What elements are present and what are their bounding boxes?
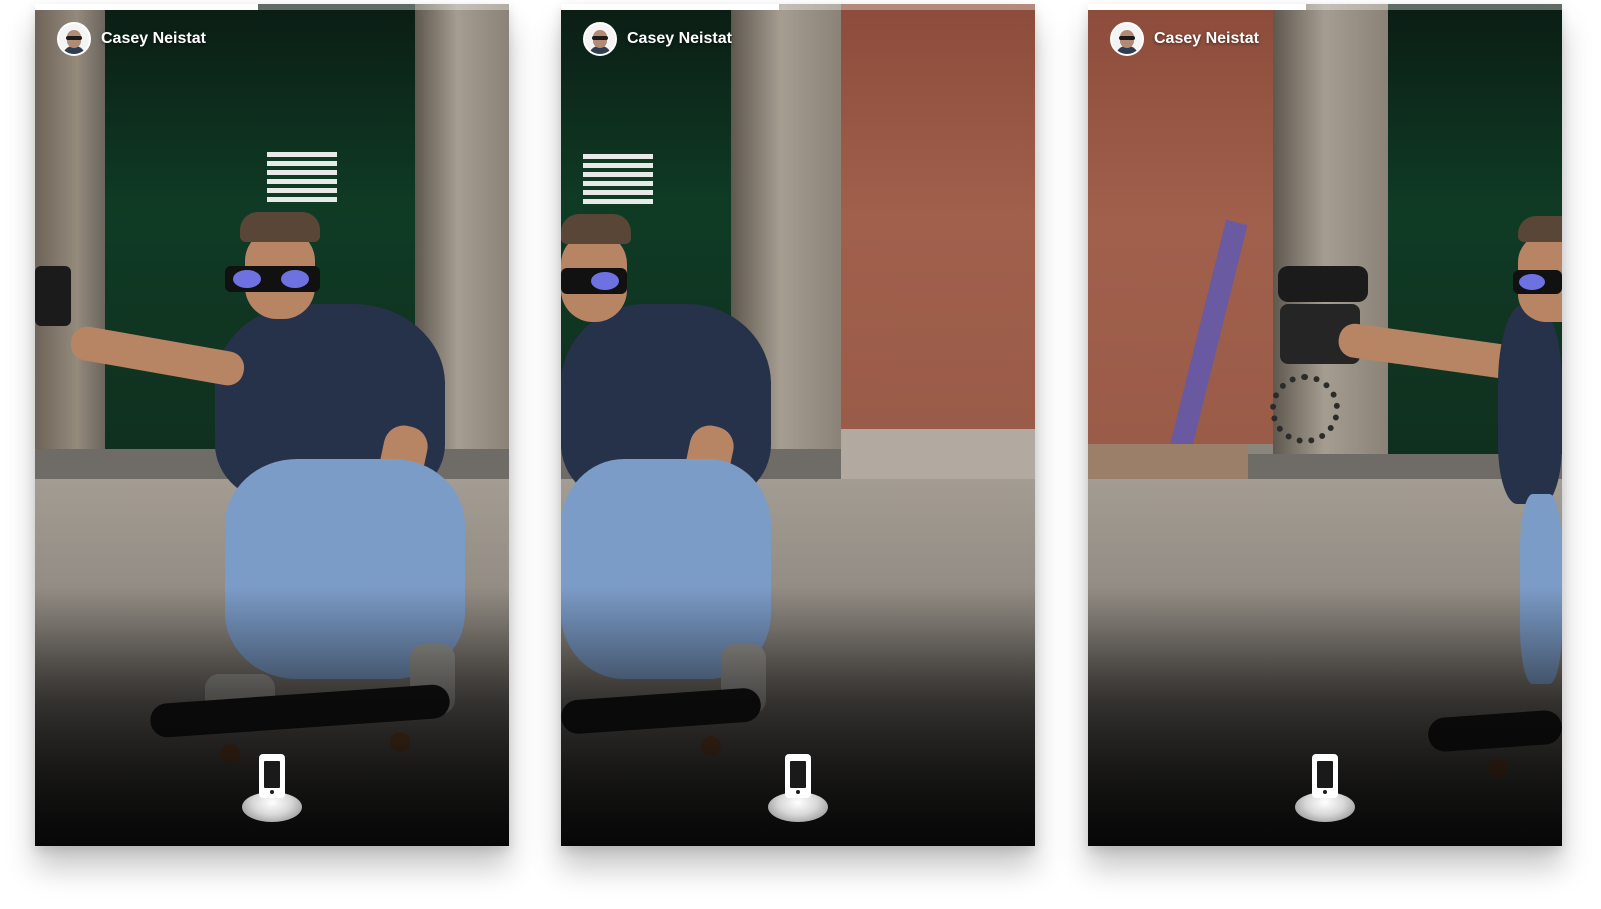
avatar[interactable] bbox=[57, 22, 91, 56]
story-header[interactable]: Casey Neistat bbox=[583, 22, 732, 56]
avatar[interactable] bbox=[583, 22, 617, 56]
person-sunglasses bbox=[225, 266, 320, 292]
story-header[interactable]: Casey Neistat bbox=[1110, 22, 1259, 56]
person-hair bbox=[1518, 216, 1562, 242]
phone-icon[interactable] bbox=[242, 754, 302, 822]
brick-wall bbox=[841, 4, 1035, 429]
camera-microphone bbox=[1278, 266, 1368, 302]
stone-pillar-left bbox=[35, 4, 105, 474]
story-panel-2[interactable]: Casey Neistat bbox=[561, 4, 1035, 846]
story-header[interactable]: Casey Neistat bbox=[57, 22, 206, 56]
wall-base bbox=[841, 429, 1035, 479]
story-panel-1[interactable]: Casey Neistat bbox=[35, 4, 509, 846]
story-progress-track bbox=[561, 4, 1035, 10]
person-hair bbox=[561, 214, 631, 244]
story-progress-track bbox=[35, 4, 509, 10]
story-progress-fill bbox=[35, 4, 258, 10]
phone-icon[interactable] bbox=[768, 754, 828, 822]
story-progress-track bbox=[1088, 4, 1562, 10]
person-torso bbox=[1498, 304, 1562, 504]
avatar[interactable] bbox=[1110, 22, 1144, 56]
phone-icon[interactable] bbox=[1295, 754, 1355, 822]
story-progress-fill bbox=[1088, 4, 1307, 10]
username[interactable]: Casey Neistat bbox=[1154, 30, 1259, 48]
username[interactable]: Casey Neistat bbox=[627, 30, 732, 48]
door-vent bbox=[583, 154, 653, 208]
person-sunglasses bbox=[561, 268, 627, 294]
story-progress-fill bbox=[561, 4, 780, 10]
door-vent bbox=[267, 152, 337, 206]
story-panel-3[interactable]: Casey Neistat bbox=[1088, 4, 1562, 846]
person-sunglasses bbox=[1513, 270, 1562, 294]
username[interactable]: Casey Neistat bbox=[101, 30, 206, 48]
camera-rig bbox=[35, 266, 71, 326]
person-hair bbox=[240, 212, 320, 242]
tripod-legs bbox=[1270, 374, 1340, 444]
